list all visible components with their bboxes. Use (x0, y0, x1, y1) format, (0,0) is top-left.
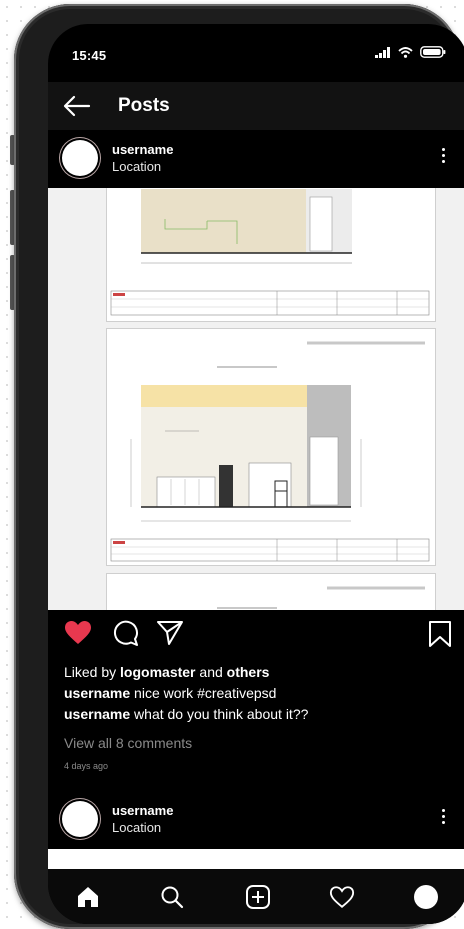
liked-by-text: Liked by logomaster and others (64, 663, 269, 681)
heart-icon[interactable] (328, 883, 356, 911)
profile-icon[interactable] (412, 883, 440, 911)
post-location[interactable]: Location (112, 159, 161, 174)
avatar[interactable] (62, 801, 98, 837)
wifi-icon (398, 46, 413, 58)
avatar[interactable] (62, 140, 98, 176)
add-icon[interactable] (244, 883, 272, 911)
liked-by-and: and (195, 664, 227, 680)
post-username[interactable]: username (112, 142, 173, 157)
post-image[interactable] (48, 849, 464, 869)
battery-icon (420, 46, 446, 58)
post-actions (48, 610, 464, 656)
caption-username[interactable]: username (64, 685, 130, 701)
bottom-navigation (48, 869, 464, 924)
caption-text: nice work #creativepsd (130, 685, 277, 701)
liked-by-others[interactable]: others (227, 664, 270, 680)
heart-filled-icon[interactable] (64, 620, 92, 645)
post-comment: username what do you think about it?? (64, 705, 308, 723)
back-arrow-icon[interactable] (62, 92, 92, 120)
search-icon[interactable] (158, 883, 186, 911)
post-image[interactable] (48, 188, 464, 610)
post-location[interactable]: Location (112, 820, 161, 835)
view-all-comments-link[interactable]: View all 8 comments (64, 735, 192, 751)
comment-username[interactable]: username (64, 706, 130, 722)
signal-icon (375, 46, 390, 58)
comment-icon[interactable] (111, 620, 139, 646)
drawing-sheet (106, 328, 436, 566)
more-options-icon[interactable] (442, 809, 446, 827)
post-username[interactable]: username (112, 803, 173, 818)
liked-by-user[interactable]: logomaster (120, 664, 195, 680)
drawing-elevation-image (110, 189, 430, 316)
phone-screen: 15:45 Posts username Location Liked by l… (48, 24, 464, 924)
post-header: username Location (48, 791, 464, 849)
phone-frame: 15:45 Posts username Location Liked by l… (14, 4, 464, 929)
bookmark-icon[interactable] (428, 620, 452, 648)
status-bar: 15:45 (48, 24, 464, 74)
drawing-sheet (106, 573, 436, 610)
home-icon[interactable] (74, 883, 102, 911)
page-title: Posts (118, 95, 170, 116)
app-header: Posts (48, 82, 464, 130)
post-time-ago: 4 days ago (64, 761, 109, 771)
drawing-elevation-image (110, 341, 430, 562)
drawing-elevation-image (217, 586, 425, 609)
share-icon[interactable] (156, 620, 184, 646)
drawing-sheet (106, 188, 436, 322)
status-time: 15:45 (72, 48, 107, 63)
post-header: username Location (48, 130, 464, 188)
more-options-icon[interactable] (442, 148, 446, 166)
liked-by-prefix: Liked by (64, 664, 121, 680)
comment-text: what do you think about it?? (130, 706, 309, 722)
status-icons (375, 46, 446, 58)
post-caption: username nice work #creativepsd (64, 684, 276, 702)
